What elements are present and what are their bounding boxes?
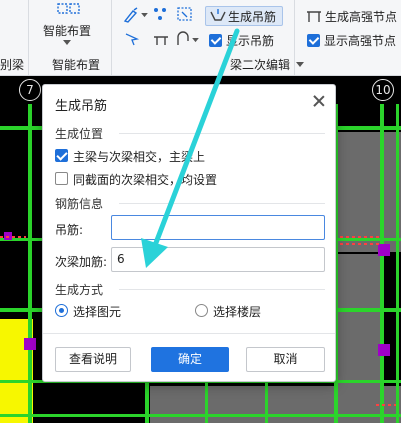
ribbon-divider — [294, 0, 295, 75]
rebar-mark — [0, 236, 26, 238]
rebar-mark — [340, 236, 380, 238]
hanger-field-label: 吊筋: — [55, 223, 84, 237]
ok-button[interactable]: 确定 — [151, 347, 229, 372]
generate-hanger-button[interactable]: 生成吊筋 — [228, 10, 276, 24]
close-icon[interactable] — [311, 93, 327, 109]
select-floor-label[interactable]: 选择楼层 — [213, 303, 261, 320]
section-position-label: 生成位置 — [55, 127, 104, 141]
section-rebar-label: 钢筋信息 — [55, 197, 104, 211]
beam-line — [0, 414, 401, 417]
section-divider — [119, 289, 325, 290]
grid-layout-icon[interactable] — [56, 2, 82, 18]
ribbon-cut-label: 别梁 — [0, 58, 25, 72]
section-method-label: 生成方式 — [55, 283, 104, 297]
slab — [338, 254, 380, 386]
select-floor-radio[interactable] — [195, 304, 208, 317]
secondary-rebar-input[interactable]: 6 — [111, 247, 325, 272]
beam-line — [28, 104, 32, 423]
help-button[interactable]: 查看说明 — [55, 347, 131, 372]
column-node — [378, 344, 390, 356]
dropdown-arrow-icon[interactable] — [192, 38, 199, 43]
show-hanger-label[interactable]: 显示吊筋 — [226, 34, 274, 48]
dialog-title: 生成吊筋 — [55, 99, 108, 114]
same-section-label[interactable]: 同截面的次梁相交，均设置 — [73, 171, 243, 188]
axis-label: 10 — [372, 79, 394, 101]
section-divider — [119, 203, 325, 204]
haunch-icon[interactable] — [305, 8, 323, 24]
rebar-mark — [376, 404, 396, 406]
secondary-rebar-field-label: 次梁加筋: — [55, 255, 108, 269]
ribbon-toolbar: 别梁 智能布置 智能布置 生成吊筋 显示吊筋 生成高强节点 显示高强节点 梁二次… — [0, 0, 401, 76]
hanger-icon[interactable] — [209, 8, 227, 24]
same-section-checkbox[interactable] — [55, 172, 68, 185]
slab — [338, 132, 401, 252]
dots-icon[interactable] — [152, 6, 170, 22]
show-hanger-checkbox[interactable] — [209, 34, 222, 47]
select-element-label[interactable]: 选择图元 — [73, 303, 121, 320]
smart-layout-button[interactable]: 智能布置 — [43, 24, 91, 38]
select-box-icon[interactable] — [176, 6, 194, 22]
hanger-input[interactable] — [111, 215, 325, 240]
dropdown-arrow-icon[interactable] — [141, 13, 148, 18]
beam-line — [396, 104, 399, 423]
footer-divider — [43, 333, 335, 334]
column-node — [24, 338, 36, 350]
show-haunch-label[interactable]: 显示高强节点 — [324, 34, 396, 48]
main-secondary-checkbox[interactable] — [55, 149, 68, 162]
column-node — [378, 244, 390, 256]
beam-icon[interactable] — [152, 31, 170, 47]
dropdown-arrow-icon[interactable] — [63, 40, 71, 46]
generate-hanger-dialog: 生成吊筋 生成位置 主梁与次梁相交，主梁上 同截面的次梁相交，均设置 钢筋信息 … — [42, 84, 336, 382]
beam-line — [380, 104, 384, 423]
generate-haunch-button[interactable]: 生成高强节点 — [325, 10, 397, 24]
select-element-radio[interactable] — [55, 304, 68, 317]
section-divider — [119, 133, 325, 134]
dropdown-arrow-icon[interactable] — [296, 62, 304, 68]
main-secondary-label[interactable]: 主梁与次梁相交，主梁上 — [73, 148, 213, 165]
pick-icon[interactable] — [123, 31, 141, 47]
smart-layout-group-label: 智能布置 — [52, 58, 101, 72]
ribbon-divider — [28, 0, 29, 75]
cancel-button[interactable]: 取消 — [246, 347, 325, 372]
rebar-mark — [340, 243, 380, 245]
axis-label: 7 — [19, 79, 41, 101]
ribbon-divider — [111, 0, 112, 75]
hook-icon[interactable] — [174, 31, 192, 47]
beam-edit-group-label: 梁二次编辑 — [230, 58, 291, 72]
show-haunch-checkbox[interactable] — [307, 34, 320, 47]
slab — [150, 386, 401, 423]
brush-icon[interactable] — [123, 7, 141, 23]
